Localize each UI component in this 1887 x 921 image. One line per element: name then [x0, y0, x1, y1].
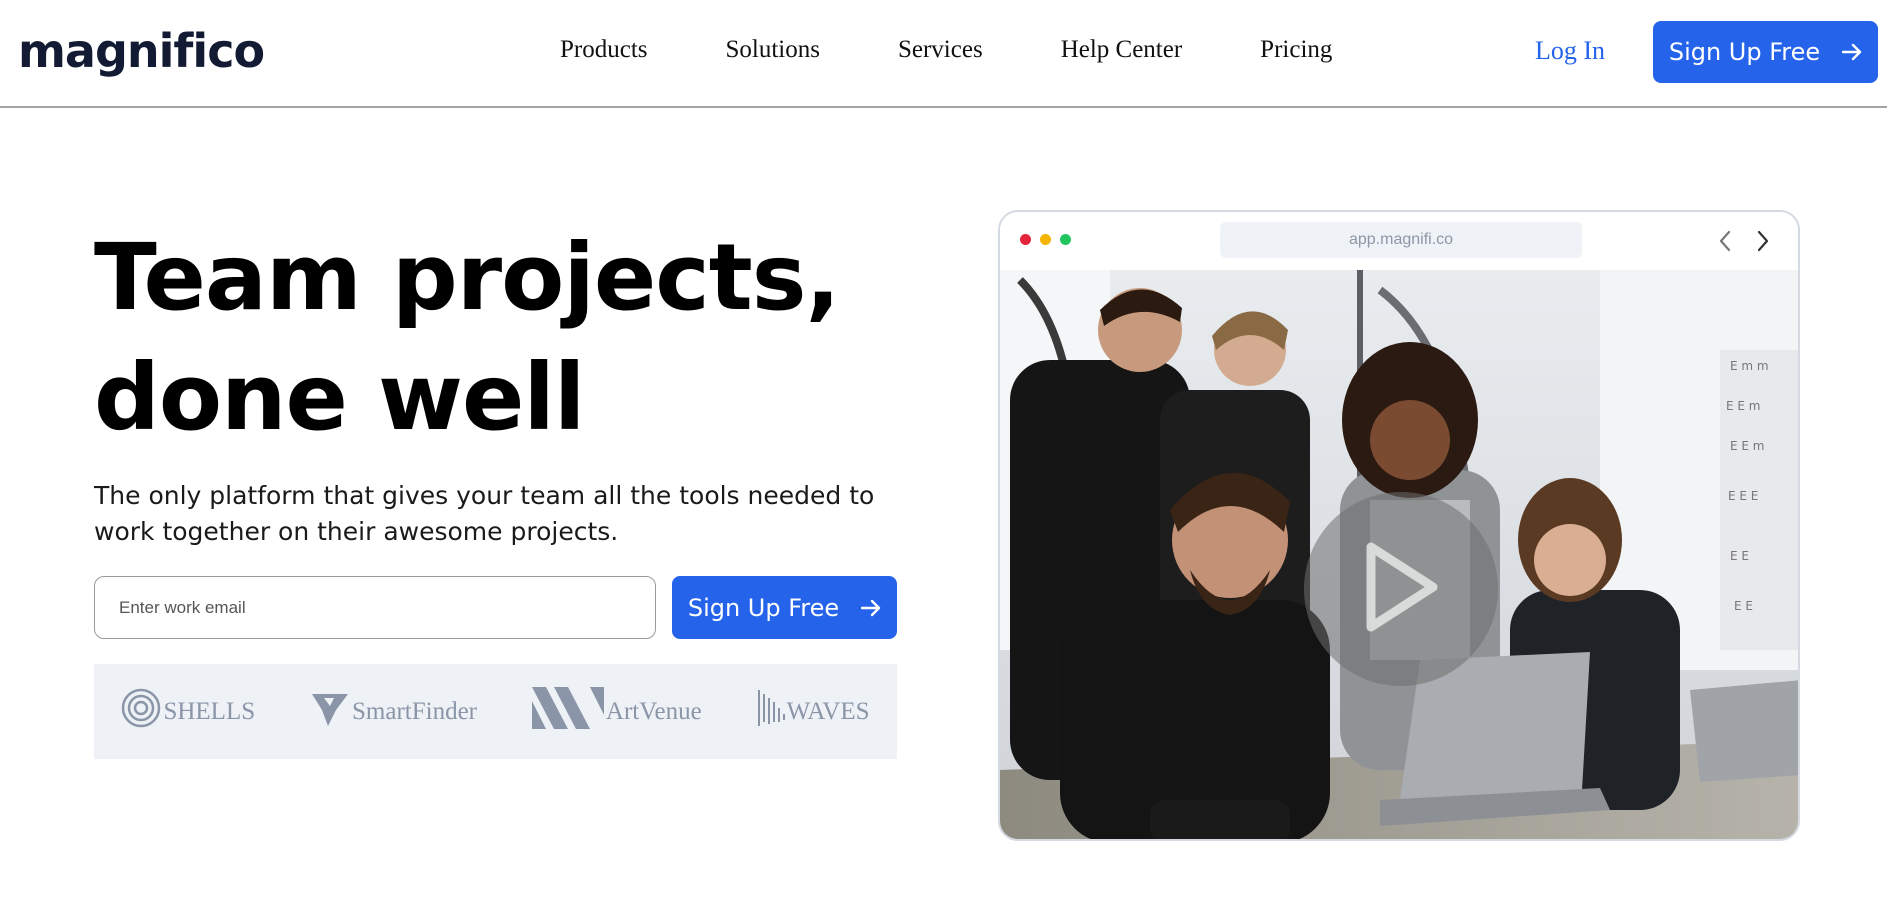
brand-shells: SHELLS — [121, 688, 255, 735]
svg-text:E E: E E — [1730, 549, 1749, 563]
window-maximize-dot — [1060, 234, 1071, 245]
svg-text:E E m: E E m — [1726, 399, 1760, 413]
login-link[interactable]: Log In — [1535, 36, 1605, 66]
brand-smartfinder-name: SmartFinder — [352, 697, 478, 725]
nav-signup-button[interactable]: Sign Up Free — [1653, 21, 1878, 83]
svg-text:E E m: E E m — [1730, 439, 1764, 453]
back-chevron-icon[interactable] — [1718, 230, 1732, 256]
main-menu: Products Solutions Services Help Center … — [560, 36, 1410, 64]
waves-logo-icon — [757, 688, 785, 735]
hero-title-line-1: Team projects, — [94, 224, 841, 331]
artvenue-logo-icon — [531, 687, 604, 736]
play-video-button[interactable] — [1304, 492, 1498, 686]
play-icon — [1361, 539, 1441, 639]
browser-toolbar: app.magnifi.co — [1000, 212, 1798, 270]
arrow-right-icon — [1842, 43, 1862, 61]
nav-item-pricing[interactable]: Pricing — [1260, 36, 1332, 64]
smartfinder-logo-icon — [310, 688, 350, 735]
brand-waves-name: WAVES — [786, 697, 870, 725]
nav-item-services[interactable]: Services — [898, 36, 983, 64]
arrow-right-icon — [861, 599, 881, 617]
nav-item-solutions[interactable]: Solutions — [726, 36, 820, 64]
window-close-dot — [1020, 234, 1031, 245]
svg-text:E E E: E E E — [1728, 489, 1758, 503]
nav-signup-label: Sign Up Free — [1668, 38, 1821, 66]
nav-item-products[interactable]: Products — [560, 36, 648, 64]
shells-logo-icon — [121, 688, 161, 735]
window-minimize-dot — [1040, 234, 1051, 245]
top-navbar: magnifico Products Solutions Services He… — [0, 0, 1887, 108]
email-input[interactable] — [94, 576, 656, 639]
hero-title-line-2: done well — [94, 344, 585, 451]
svg-text:E E: E E — [1734, 599, 1753, 613]
nav-item-help-center[interactable]: Help Center — [1061, 36, 1182, 64]
app-preview-window: app.magnifi.co E m m E E m E E m E E E E… — [998, 210, 1800, 841]
brand-smartfinder: SmartFinder — [310, 688, 477, 735]
brand-shells-name: SHELLS — [163, 697, 256, 725]
trusted-logos-strip: SHELLS SmartFinder ArtVenue WAVES — [94, 664, 897, 759]
browser-url-bar[interactable]: app.magnifi.co — [1220, 222, 1582, 258]
svg-text:E m m: E m m — [1730, 359, 1769, 373]
brand-waves: WAVES — [757, 688, 870, 735]
hero-signup-button[interactable]: Sign Up Free — [672, 576, 897, 639]
brand-logo[interactable]: magnifico — [18, 24, 265, 78]
team-photo: E m m E E m E E m E E E E E E E — [1000, 270, 1798, 839]
brand-artvenue-name: ArtVenue — [605, 697, 702, 725]
hero-subtitle: The only platform that gives your team a… — [94, 481, 875, 546]
brand-artvenue: ArtVenue — [531, 687, 702, 736]
hero-signup-label: Sign Up Free — [687, 593, 840, 622]
hero-title: Team projects, done well — [94, 218, 854, 458]
forward-chevron-icon[interactable] — [1756, 230, 1770, 256]
